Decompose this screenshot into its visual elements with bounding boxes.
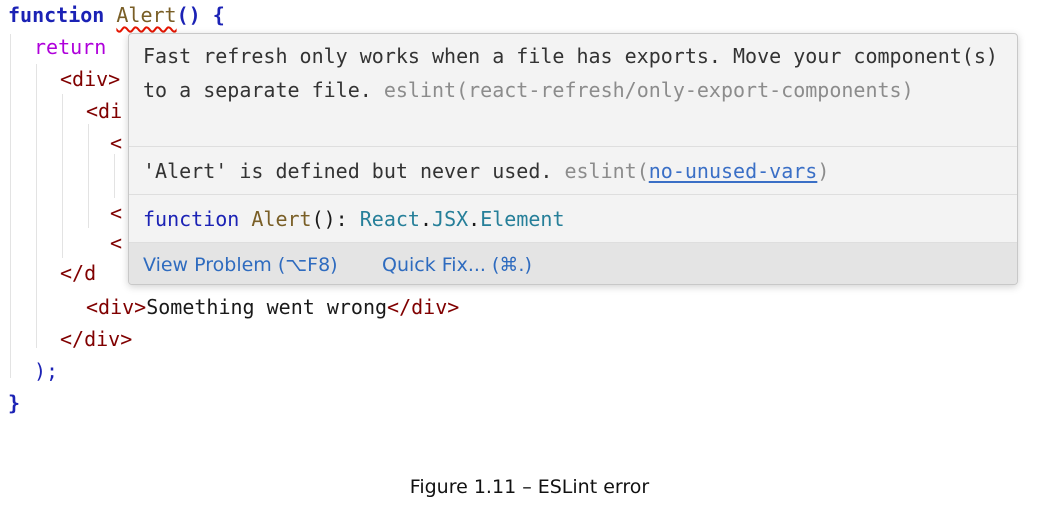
indent-guide (114, 154, 115, 198)
function-name-error[interactable]: Alert (116, 3, 176, 27)
indent-guide (62, 94, 63, 258)
code-line-13: } (8, 391, 21, 415)
code-keyword: function (8, 3, 105, 27)
quick-fix-button[interactable]: Quick Fix... (⌘.) (382, 252, 532, 278)
code-line-12: ); (34, 359, 59, 383)
signature-section: function Alert(): React.JSX.Element (129, 194, 1017, 243)
code-line-2: return (34, 35, 107, 59)
problem-source-prefix: eslint( (564, 159, 649, 183)
problem-source: eslint(react-refresh/only-export-compone… (383, 78, 914, 102)
code-line-11: </div> (60, 327, 133, 351)
code-line-1: function Alert() { (8, 0, 225, 30)
hover-tooltip: Fast refresh only works when a file has … (128, 33, 1018, 285)
code-punctuation: () { (176, 3, 225, 27)
code-line-10: <div>Something went wrong</div> (86, 292, 459, 322)
rule-link[interactable]: no-unused-vars (649, 159, 818, 183)
signature-params: (): (311, 207, 348, 231)
code-line-8: < (110, 231, 123, 255)
signature-type-name: Element (480, 207, 565, 231)
problem-item: Fast refresh only works when a file has … (129, 34, 1017, 146)
problem-message: 'Alert' is defined but never used. (143, 159, 553, 183)
figure-caption: Figure 1.11 – ESLint error (409, 476, 650, 498)
signature-dot: . (419, 207, 433, 231)
problem-source-suffix: ) (817, 159, 830, 183)
code-tag-close: </div> (387, 295, 460, 319)
code-line-4: <di (86, 99, 123, 123)
indent-guide (36, 64, 37, 348)
problem-item: 'Alert' is defined but never used. eslin… (129, 146, 1017, 195)
code-line-9: </d (60, 261, 97, 285)
view-problem-button[interactable]: View Problem (⌥F8) (143, 252, 338, 278)
signature-keyword: function (143, 207, 240, 231)
code-tag-open: <div> (86, 295, 147, 319)
signature-name: Alert (251, 207, 312, 231)
indent-guide (88, 124, 89, 228)
signature-type-ns1: React (359, 207, 420, 231)
indent-guide (10, 34, 11, 378)
code-line-3: <div> (60, 67, 121, 91)
code-text: Something went wrong (146, 295, 388, 319)
signature-dot: . (468, 207, 481, 231)
code-line-7: < (110, 201, 123, 225)
code-line-5: < (110, 131, 123, 155)
signature-type-ns2: JSX (432, 207, 469, 231)
action-bar: View Problem (⌥F8) Quick Fix... (⌘.) (129, 242, 1017, 284)
